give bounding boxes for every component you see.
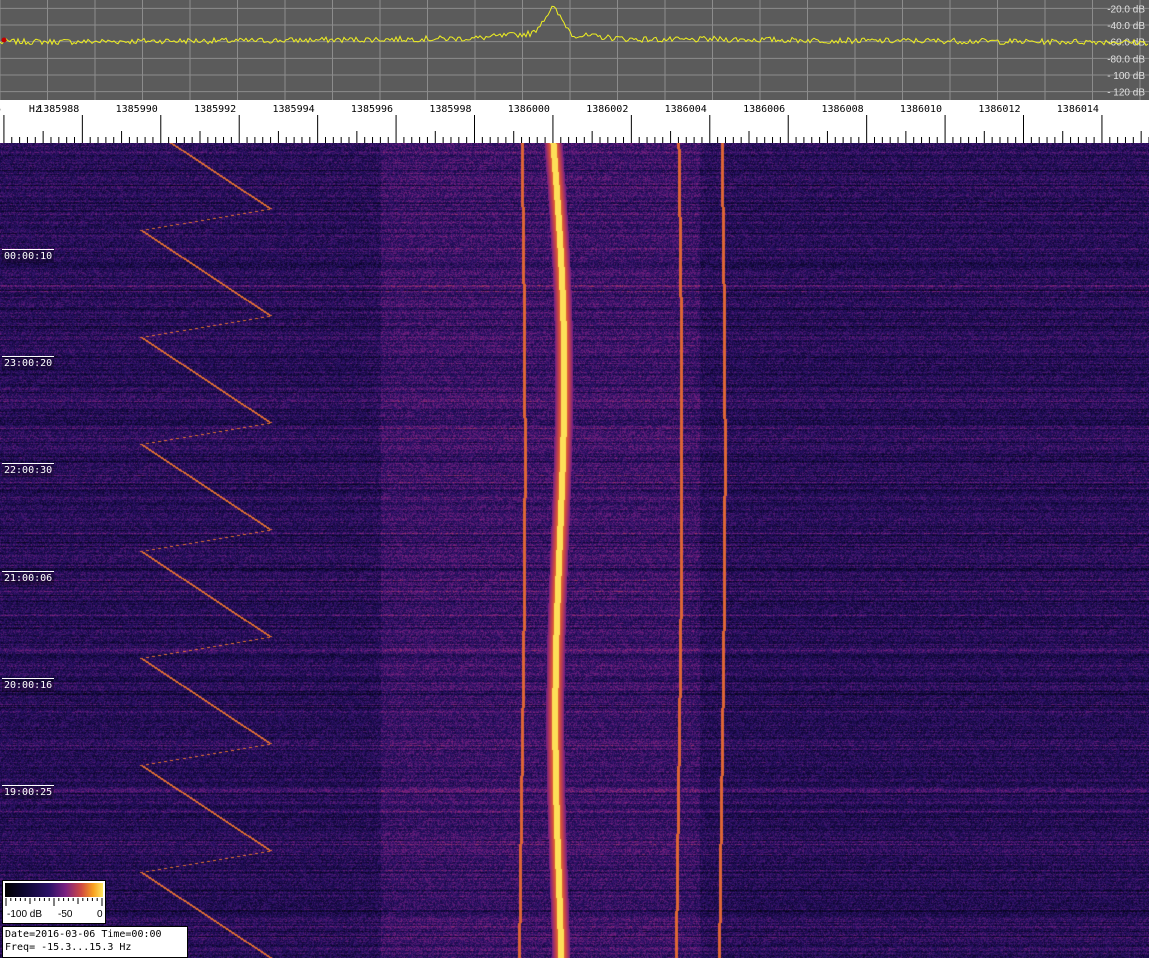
frequency-tick-label: 1385990 [116,104,158,115]
legend-ticks [5,898,103,906]
spectrum-db-label: -20.0 dB [1107,4,1145,15]
spectrum-plot: -20.0 dB -40.0 dB -60.0 dB -80.0 dB - 100 dB… [0,0,1149,100]
spectrum-db-label: -60.0 dB [1107,38,1145,49]
frequency-ruler: 1385986 1385988 1385990 1385992 1385994 13859… [0,100,1149,143]
time-label: 22:00:30 [2,463,55,477]
legend-mid-label: -50 [58,909,73,920]
frequency-tick-label: 1386014 [1057,104,1099,115]
waterfall-heatmap [0,143,1149,958]
time-label: 20:00:16 [2,678,55,692]
spectrum-marker [1,37,7,43]
frequency-tick-label: 1385996 [351,104,393,115]
date-time-text: Date=2016-03-06 Time=00:00 [5,929,162,940]
frequency-axis: 1385986 1385988 1385990 1385992 1385994 13859… [0,104,1149,143]
frequency-tick-label: 1385994 [272,104,314,115]
frequency-tick-label: 1386000 [508,104,550,115]
frequency-tick-label: 1386008 [821,104,863,115]
frequency-tick-label: 1386010 [900,104,942,115]
freq-range-text: Freq= -15.3...15.3 Hz [5,942,132,953]
spectrum-trace [0,5,1149,47]
frequency-tick-label: 1386002 [586,104,628,115]
colormap-bar [5,883,103,897]
legend-max-label: 0 [97,909,103,920]
frequency-tick-label: 1385998 [429,104,471,115]
time-label: 19:00:25 [2,785,55,799]
time-label: 00:00:10 [2,249,55,263]
legend-min-label: -100 dB [7,909,43,920]
spectrum-db-label: -80.0 dB [1107,54,1145,65]
waterfall-spectrogram: 00:00:10 23:00:20 22:00:30 21:00:06 20:0… [0,143,1149,958]
spectrum-db-label: - 100 dB [1107,71,1145,82]
frequency-unit-label: Hz [29,104,41,115]
spectrum-db-label: -40.0 dB [1107,21,1145,32]
spectrum-db-label: - 120 dB [1107,88,1145,99]
color-legend: -100 dB -50 0 [2,880,106,924]
frequency-tick-label: 1385992 [194,104,236,115]
frequency-tick-label: 1385986 [0,104,1,115]
time-label: 23:00:20 [2,356,55,370]
spectrum-panel: -20.0 dB -40.0 dB -60.0 dB -80.0 dB - 100 dB… [0,0,1149,100]
info-box: Date=2016-03-06 Time=00:00 Freq= -15.3..… [2,926,188,958]
frequency-tick-label: 1386004 [665,104,707,115]
frequency-tick-label: 1386012 [978,104,1020,115]
time-label: 21:00:06 [2,571,55,585]
frequency-tick-label: 1385988 [37,104,79,115]
frequency-tick-label: 1386006 [743,104,785,115]
